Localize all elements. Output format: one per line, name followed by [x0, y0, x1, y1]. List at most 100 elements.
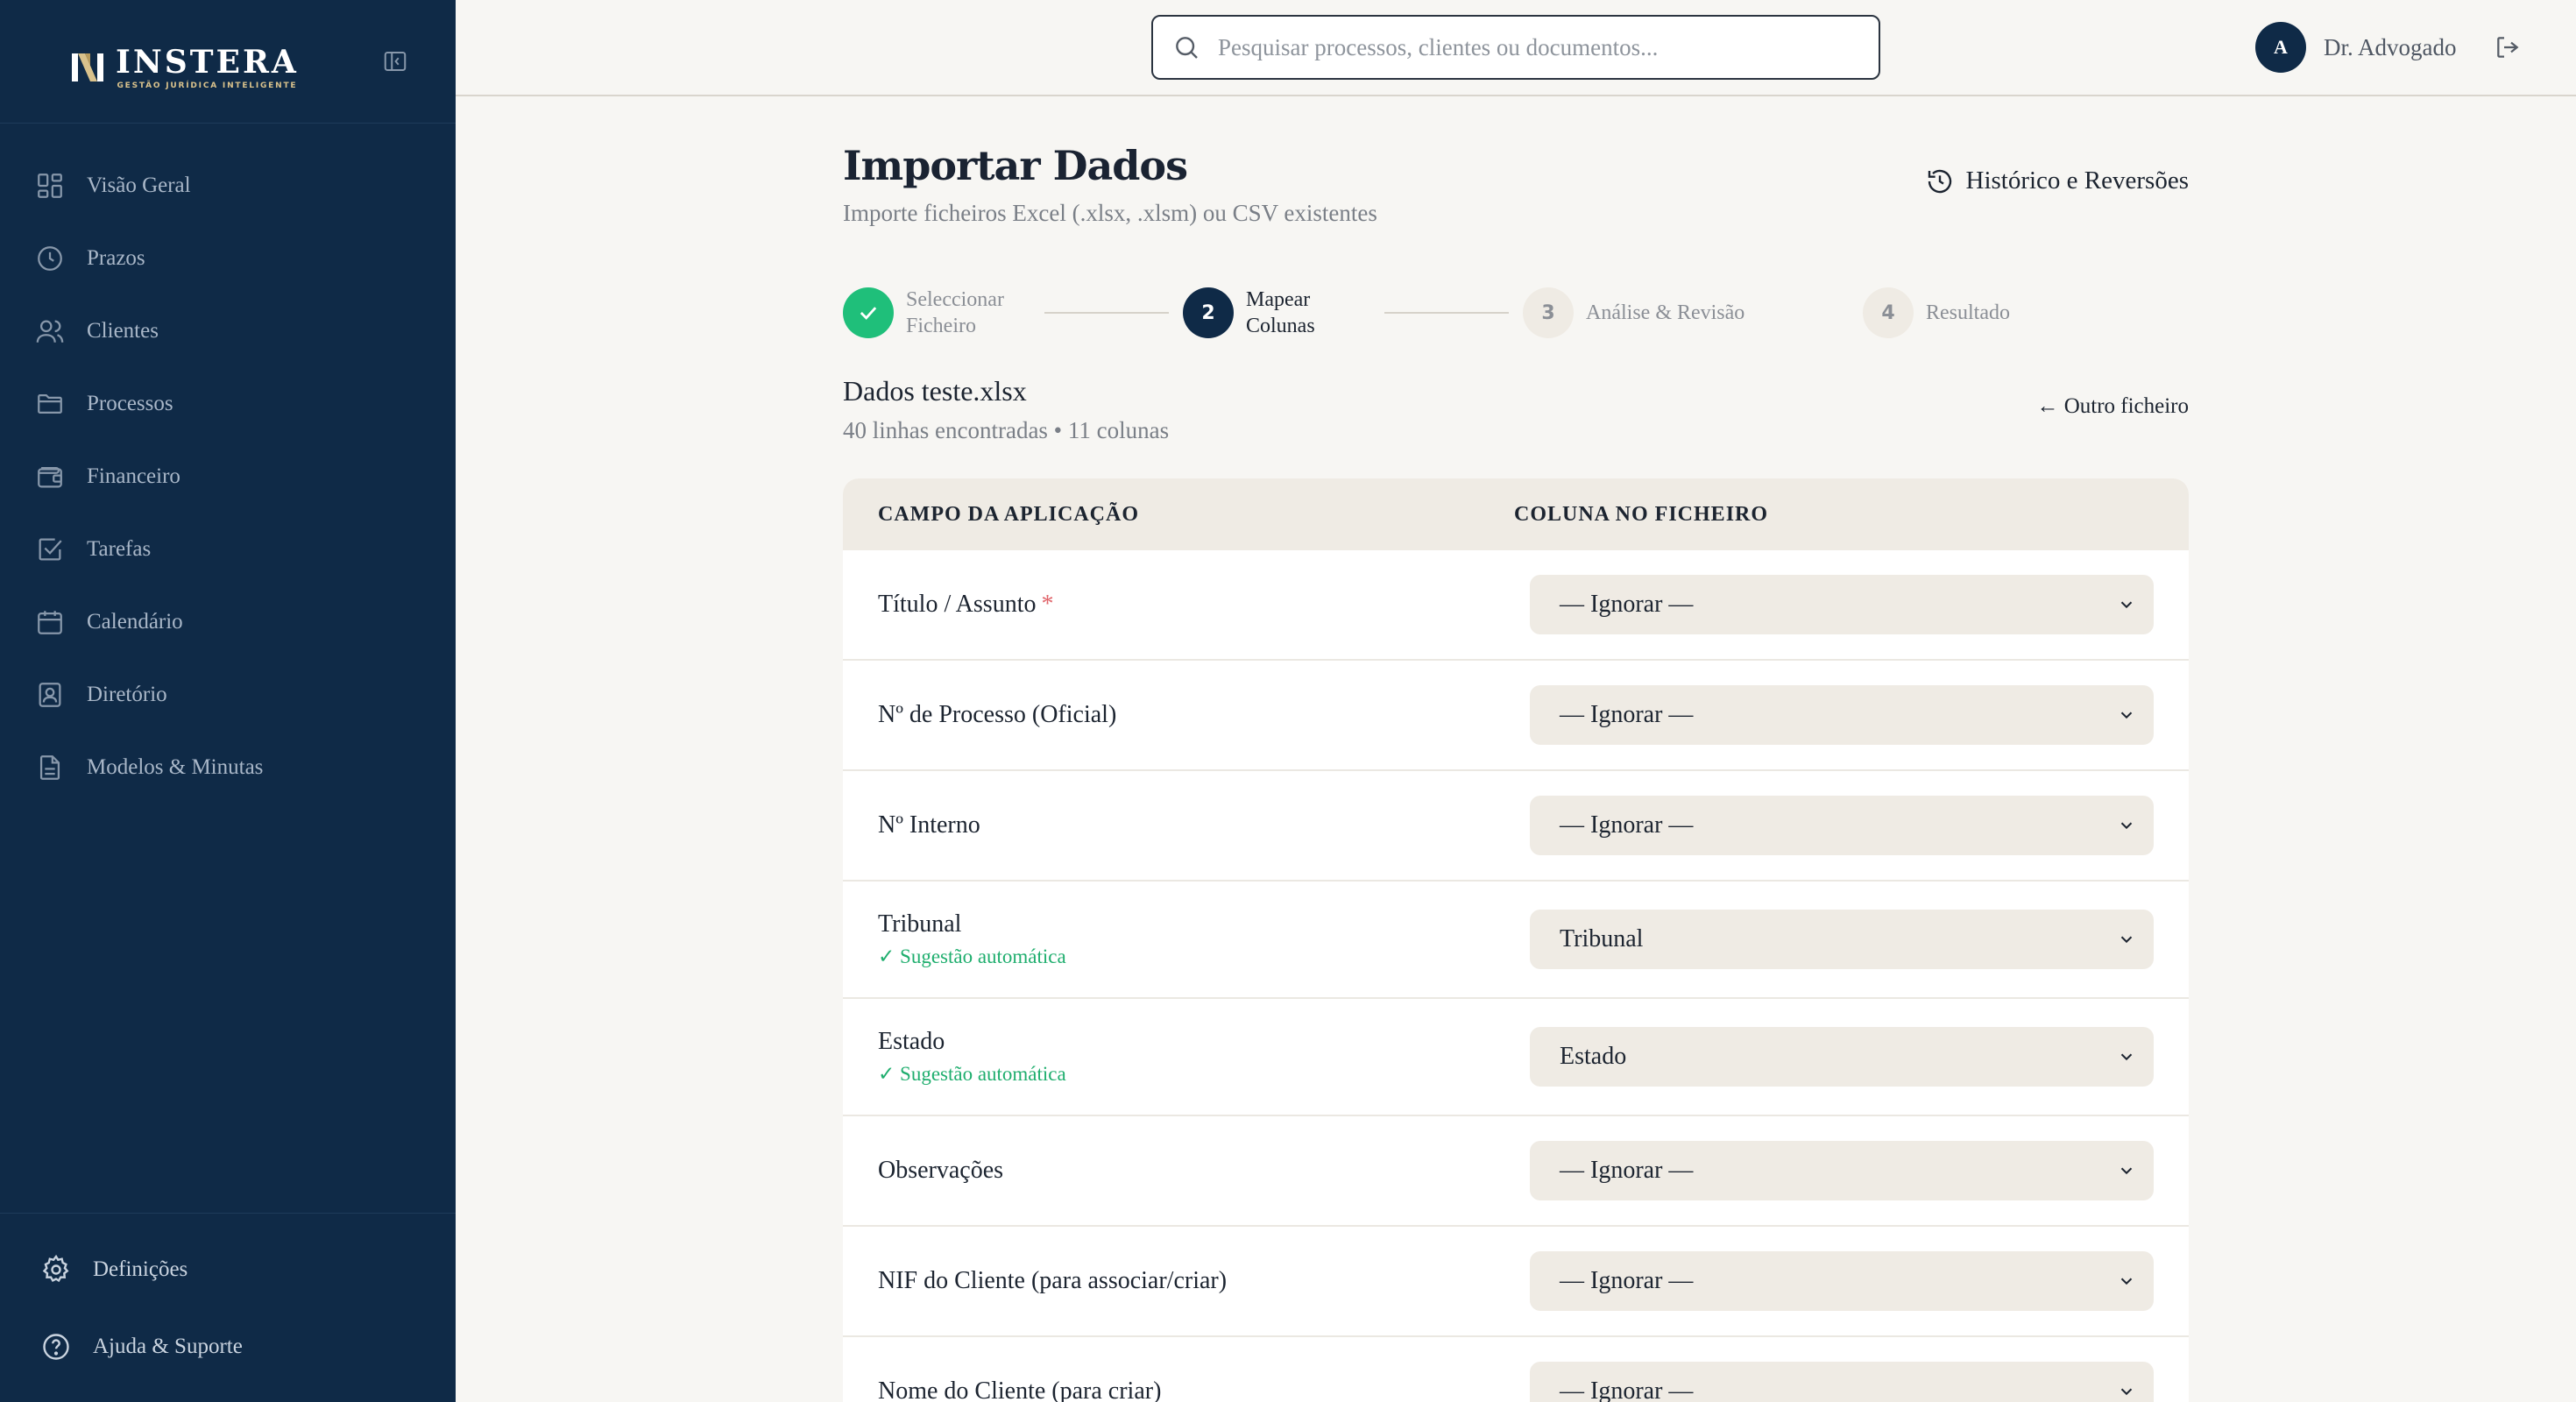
logout-button[interactable]	[2490, 30, 2525, 65]
sidebar-item-processos[interactable]: Processos	[0, 367, 456, 440]
step-label: Mapear Colunas	[1246, 288, 1315, 337]
sidebar-bottom-nav: Definições Ajuda & Suporte	[0, 1231, 456, 1385]
sidebar-item-visao-geral[interactable]: Visão Geral	[0, 149, 456, 222]
document-icon	[39, 754, 60, 780]
mapping-table: CAMPO DA APLICAÇÃO COLUNA NO FICHEIRO Tí…	[843, 478, 2189, 1402]
required-marker: *	[1041, 591, 1054, 618]
sidebar-item-label: Tarefas	[87, 536, 152, 561]
column-select[interactable]: — Ignorar —	[1530, 575, 2154, 634]
user-name: Dr. Advogado	[2324, 33, 2457, 60]
select-value: Tribunal	[1560, 925, 1644, 952]
clock-icon	[38, 245, 62, 271]
column-select[interactable]: Estado	[1530, 1027, 2154, 1087]
table-row: Observações — Ignorar —	[843, 1116, 2189, 1227]
sidebar-divider	[0, 1213, 456, 1214]
sidebar-item-label: Clientes	[87, 318, 159, 343]
user-menu[interactable]: A Dr. Advogado	[2255, 21, 2457, 74]
sidebar-item-calendario[interactable]: Calendário	[0, 585, 456, 658]
other-file-link[interactable]: ← Outro ficheiro	[2036, 394, 2189, 419]
check-icon	[860, 307, 877, 320]
sidebar-item-label: Definições	[93, 1257, 188, 1281]
table-row: Título / Assunto * — Ignorar —	[843, 550, 2189, 661]
page-title: Importar Dados	[843, 142, 1188, 189]
brand-logo[interactable]: INSTERA GESTÃO JURÍDICA INTELIGENTE	[68, 40, 299, 95]
help-icon	[43, 1334, 69, 1360]
column-header-field: CAMPO DA APLICAÇÃO	[878, 502, 1139, 526]
step-connector	[1044, 312, 1169, 314]
sidebar-item-label: Visão Geral	[87, 173, 191, 197]
sidebar-item-tarefas[interactable]: Tarefas	[0, 513, 456, 585]
sidebar-item-diretorio[interactable]: Diretório	[0, 658, 456, 731]
grid-icon	[38, 173, 62, 198]
step-label: Análise & Revisão	[1586, 301, 1745, 324]
sidebar-item-modelos[interactable]: Modelos & Minutas	[0, 731, 456, 804]
step-result[interactable]: 4 Resultado	[1863, 273, 2010, 352]
table-row: NIF do Cliente (para associar/criar) — I…	[843, 1227, 2189, 1337]
sidebar-item-prazos[interactable]: Prazos	[0, 222, 456, 294]
column-select[interactable]: — Ignorar —	[1530, 1362, 2154, 1402]
step-label: Resultado	[1926, 301, 2010, 324]
sidebar: INSTERA GESTÃO JURÍDICA INTELIGENTE Visã…	[0, 0, 456, 1402]
gear-icon	[42, 1254, 69, 1283]
chevron-down-icon	[2120, 1053, 2133, 1061]
field-label: Nº Interno	[878, 811, 980, 839]
auto-suggestion-badge: ✓ Sugestão automática	[878, 945, 1066, 967]
search-box[interactable]	[1151, 15, 1880, 80]
wallet-icon	[38, 466, 62, 487]
select-value: — Ignorar —	[1560, 1267, 1694, 1294]
sidebar-item-label: Diretório	[87, 682, 167, 706]
step-done-circle	[843, 287, 894, 338]
chevron-down-icon	[2120, 822, 2133, 830]
chevron-down-icon	[2120, 1388, 2133, 1396]
select-value: Estado	[1560, 1043, 1627, 1070]
auto-suggestion-badge: ✓ Sugestão automática	[878, 1063, 1066, 1085]
logout-icon	[2497, 37, 2519, 58]
brand-tagline: GESTÃO JURÍDICA INTELIGENTE	[117, 81, 298, 90]
logo-mark-icon	[72, 53, 103, 81]
sidebar-item-label: Prazos	[87, 245, 145, 270]
select-value: — Ignorar —	[1560, 1377, 1694, 1402]
field-label: Observações	[878, 1157, 1004, 1184]
sidebar-item-definicoes[interactable]: Definições	[0, 1231, 456, 1308]
field-label: NIF do Cliente (para associar/criar)	[878, 1267, 1228, 1294]
chevron-down-icon	[2120, 712, 2133, 719]
folder-icon	[38, 393, 62, 414]
step-number: 2	[1183, 287, 1234, 338]
step-analysis-review[interactable]: 3 Análise & Revisão	[1523, 273, 1744, 352]
step-select-file[interactable]: Seleccionar Ficheiro	[843, 273, 1004, 352]
field-label: Tribunal	[878, 910, 962, 938]
step-number: 4	[1863, 287, 1914, 338]
chevron-down-icon	[2120, 1278, 2133, 1285]
table-row: Tribunal ✓ Sugestão automática Tribunal	[843, 882, 2189, 999]
chevron-down-icon	[2120, 1167, 2133, 1175]
column-select[interactable]: — Ignorar —	[1530, 685, 2154, 745]
step-map-columns[interactable]: 2 Mapear Colunas	[1183, 273, 1315, 352]
column-select[interactable]: — Ignorar —	[1530, 1141, 2154, 1200]
select-value: — Ignorar —	[1560, 591, 1694, 618]
stepper: Seleccionar Ficheiro 2 Mapear Colunas 3 …	[843, 273, 2189, 352]
step-number: 3	[1523, 287, 1574, 338]
search-input[interactable]	[1218, 33, 1866, 61]
field-label: Nome do Cliente (para criar)	[878, 1377, 1162, 1402]
history-icon	[1928, 169, 1951, 193]
top-bar: A Dr. Advogado	[456, 0, 2576, 96]
table-row: Nº Interno — Ignorar —	[843, 771, 2189, 882]
sidebar-item-financeiro[interactable]: Financeiro	[0, 440, 456, 513]
sidebar-item-ajuda[interactable]: Ajuda & Suporte	[0, 1308, 456, 1385]
sidebar-collapse-button[interactable]	[380, 46, 410, 76]
select-value: — Ignorar —	[1560, 1157, 1694, 1184]
field-label: Estado	[878, 1028, 945, 1055]
column-select[interactable]: Tribunal	[1530, 910, 2154, 969]
history-button[interactable]: Histórico e Reversões	[1926, 166, 2190, 195]
column-select[interactable]: — Ignorar —	[1530, 796, 2154, 855]
search-icon	[1176, 37, 1198, 59]
panel-collapse-icon	[384, 52, 407, 71]
sidebar-item-clientes[interactable]: Clientes	[0, 294, 456, 367]
sidebar-item-label: Modelos & Minutas	[87, 754, 264, 779]
column-header-column: COLUNA NO FICHEIRO	[1514, 502, 1769, 526]
history-label: Histórico e Reversões	[1965, 166, 2190, 195]
column-select[interactable]: — Ignorar —	[1530, 1251, 2154, 1311]
page-subtitle: Importe ficheiros Excel (.xlsx, .xlsm) o…	[843, 200, 1377, 226]
sidebar-item-label: Ajuda & Suporte	[93, 1335, 243, 1358]
file-meta: 40 linhas encontradas • 11 colunas	[843, 417, 1170, 443]
